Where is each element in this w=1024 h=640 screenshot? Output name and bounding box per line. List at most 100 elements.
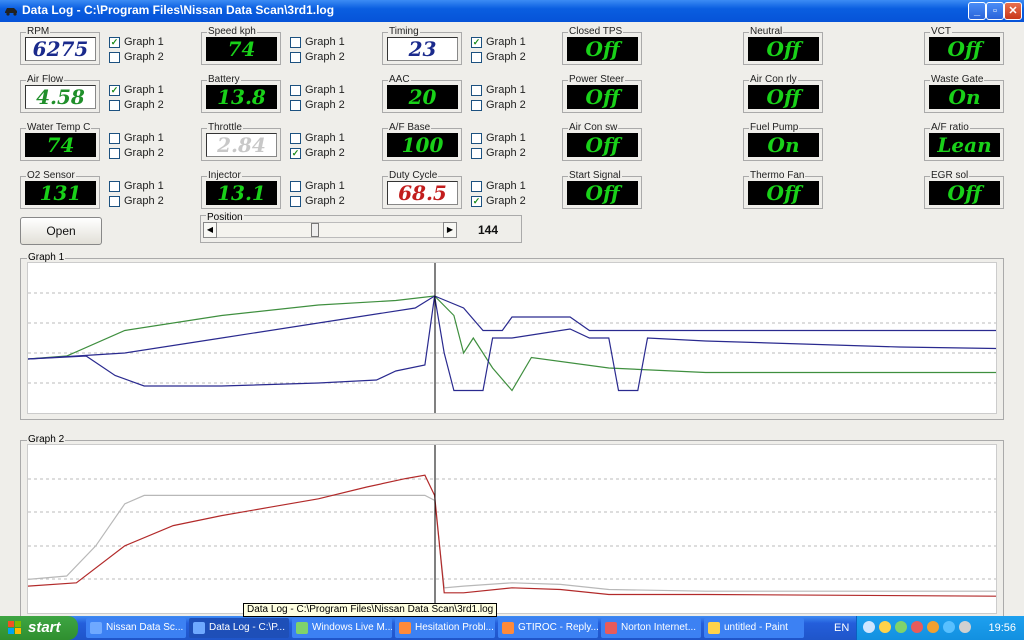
graph1-checkbox[interactable]: Graph 1 [290, 179, 360, 194]
graph2-checkbox[interactable]: Graph 2 [109, 146, 179, 161]
graph1-checkbox[interactable]: Graph 1 [109, 131, 179, 146]
graph1-checkbox[interactable]: ✓ Graph 1 [109, 35, 179, 50]
gauge-label: Air Flow [26, 74, 65, 85]
graph1-checkbox[interactable]: Graph 1 [471, 83, 541, 98]
checkbox-box[interactable] [109, 133, 120, 144]
tray-update-icon[interactable] [927, 621, 939, 633]
graph2-plot[interactable] [27, 444, 997, 614]
tray-security-icon[interactable] [895, 621, 907, 633]
title-bar[interactable]: Data Log - C:\Program Files\Nissan Data … [0, 0, 1024, 22]
trace-blue-high [27, 295, 996, 360]
graph2-checkbox[interactable]: Graph 2 [109, 194, 179, 209]
checkbox-box[interactable]: ✓ [471, 196, 482, 207]
graph2-checkbox[interactable]: Graph 2 [290, 50, 360, 65]
graph2-checkbox[interactable]: Graph 2 [290, 98, 360, 113]
graph2-checkbox[interactable]: Graph 2 [109, 50, 179, 65]
checkbox-box[interactable] [471, 100, 482, 111]
checkbox-box[interactable] [471, 133, 482, 144]
tray-messenger-icon[interactable] [943, 621, 955, 633]
graph2-checkbox[interactable]: Graph 2 [471, 146, 541, 161]
checkbox-box[interactable]: ✓ [109, 85, 120, 96]
open-button[interactable]: Open [20, 217, 102, 245]
minimize-button[interactable]: _ [968, 2, 986, 20]
taskbar-button[interactable]: untitled - Paint [704, 618, 804, 638]
checkbox-box[interactable]: ✓ [471, 37, 482, 48]
checkbox-label: Graph 2 [305, 195, 345, 207]
graph2-checkbox[interactable]: Graph 2 [471, 50, 541, 65]
graph1-checkbox[interactable]: Graph 1 [290, 131, 360, 146]
close-button[interactable]: ✕ [1004, 2, 1022, 20]
switch-panel: Waste Gate On [924, 75, 1006, 119]
switch-label: Air Con rly [749, 74, 798, 85]
taskbar-button[interactable]: Windows Live M... [292, 618, 392, 638]
checkbox-box[interactable] [109, 196, 120, 207]
graph1-checkbox[interactable]: Graph 1 [471, 131, 541, 146]
gauge-label: Throttle [207, 122, 243, 133]
checkbox-label: Graph 1 [486, 180, 526, 192]
graph2-checkbox[interactable]: ✓ Graph 2 [290, 146, 360, 161]
checkbox-box[interactable] [290, 37, 301, 48]
graph2-checkbox[interactable]: Graph 2 [290, 194, 360, 209]
switch-value: Off [567, 85, 638, 109]
checkbox-box[interactable] [109, 52, 120, 63]
checkbox-box[interactable] [471, 181, 482, 192]
language-indicator[interactable]: EN [834, 616, 849, 640]
graph-checkboxes: Graph 1 ✓ Graph 2 [471, 179, 541, 209]
gauge-panel: O2 Sensor 131 [20, 171, 102, 215]
graph2-checkbox[interactable]: ✓ Graph 2 [471, 194, 541, 209]
checkbox-box[interactable] [290, 196, 301, 207]
checkbox-box[interactable] [109, 148, 120, 159]
graph1-checkbox[interactable]: Graph 1 [290, 35, 360, 50]
checkbox-label: Graph 2 [305, 51, 345, 63]
gauge-value: 100 [387, 133, 458, 157]
checkbox-box[interactable] [290, 133, 301, 144]
system-tray: 19:56 [856, 616, 1024, 640]
tray-network-icon[interactable] [879, 621, 891, 633]
graph2-checkbox[interactable]: Graph 2 [109, 98, 179, 113]
taskbar-button[interactable]: GTIROC - Reply... [498, 618, 598, 638]
task-label: Windows Live M... [312, 622, 392, 633]
checkbox-box[interactable] [471, 52, 482, 63]
checkbox-label: Graph 1 [124, 180, 164, 192]
maximize-button[interactable]: ▫ [986, 2, 1004, 20]
taskbar-button[interactable]: Nissan Data Sc... [86, 618, 186, 638]
graph1-plot[interactable] [27, 262, 997, 414]
gauge-value: 20 [387, 85, 458, 109]
gauge-label: Injector [207, 170, 242, 181]
slider-left-arrow-icon[interactable]: ◀ [203, 222, 217, 238]
checkbox-box[interactable] [290, 85, 301, 96]
checkbox-box[interactable] [290, 100, 301, 111]
gauge-panel: Water Temp C 74 [20, 123, 102, 167]
checkbox-label: Graph 2 [305, 147, 345, 159]
start-button[interactable]: start [0, 616, 78, 640]
position-slider-thumb[interactable] [310, 223, 319, 237]
gauge-panel: Injector 13.1 [201, 171, 283, 215]
taskbar-button[interactable]: Data Log - C:\P... [189, 618, 289, 638]
graph1-checkbox[interactable]: Graph 1 [471, 179, 541, 194]
switch-label: Air Con sw [568, 122, 619, 133]
slider-right-arrow-icon[interactable]: ▶ [443, 222, 457, 238]
checkbox-box[interactable] [471, 85, 482, 96]
taskbar-button[interactable]: Norton Internet... [601, 618, 701, 638]
graph1-checkbox[interactable]: Graph 1 [109, 179, 179, 194]
checkbox-box[interactable] [471, 148, 482, 159]
checkbox-label: Graph 1 [486, 132, 526, 144]
gauge-value: 131 [25, 181, 96, 205]
checkbox-box[interactable]: ✓ [109, 37, 120, 48]
graph2-checkbox[interactable]: Graph 2 [471, 98, 541, 113]
taskbar-button[interactable]: Hesitation Probl... [395, 618, 495, 638]
checkbox-box[interactable] [290, 52, 301, 63]
checkbox-box[interactable] [290, 181, 301, 192]
graph1-checkbox[interactable]: Graph 1 [290, 83, 360, 98]
tray-arrow-icon[interactable] [863, 621, 875, 633]
graph1-checkbox[interactable]: ✓ Graph 1 [471, 35, 541, 50]
graph1-checkbox[interactable]: ✓ Graph 1 [109, 83, 179, 98]
checkbox-box[interactable] [109, 100, 120, 111]
checkbox-box[interactable]: ✓ [290, 148, 301, 159]
tray-norton-icon[interactable] [911, 621, 923, 633]
position-slider-track[interactable] [203, 222, 457, 238]
switch-panel: A/F ratio Lean [924, 123, 1006, 167]
tray-volume-icon[interactable] [959, 621, 971, 633]
windows-flag-icon [8, 621, 21, 634]
checkbox-box[interactable] [109, 181, 120, 192]
